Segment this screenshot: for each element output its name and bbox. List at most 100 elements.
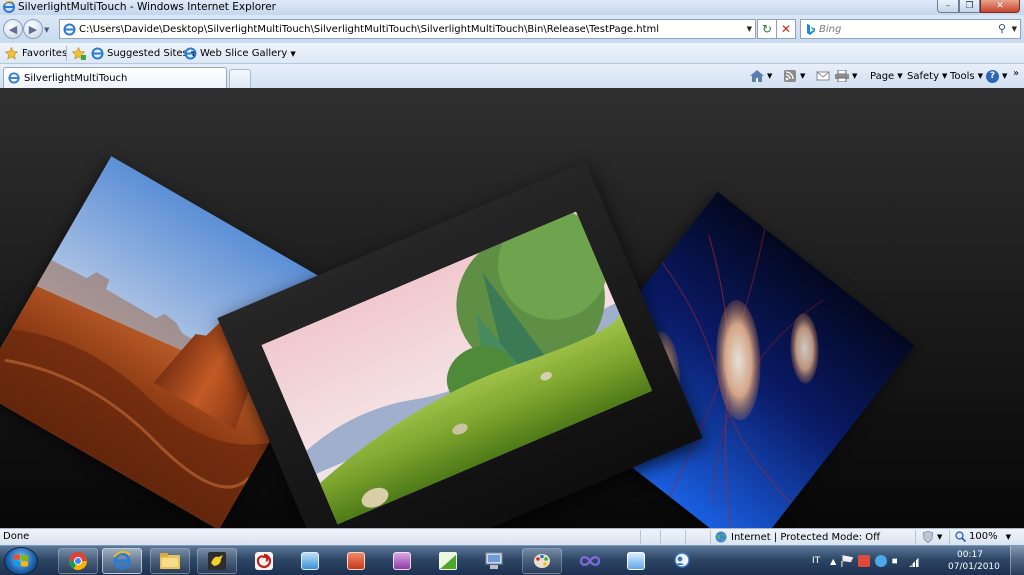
taskbar-app-chrome[interactable] <box>58 548 98 574</box>
close-button[interactable]: ✕ <box>980 0 1020 13</box>
taskbar-app-internet-explorer[interactable] <box>102 548 142 574</box>
taskbar-app-paint[interactable] <box>522 548 562 574</box>
favorite-link-web-slice-gallery[interactable]: Web Slice Gallery ▼ <box>184 46 296 61</box>
stop-button[interactable]: ✕ <box>776 19 796 39</box>
volume-icon[interactable] <box>892 555 901 567</box>
silverlight-canvas <box>0 88 1024 528</box>
chrome-icon <box>69 552 87 571</box>
tools-menu-label: Tools <box>950 70 975 82</box>
address-bar[interactable]: ▼ <box>59 19 756 39</box>
chevron-down-icon: ▼ <box>852 72 858 80</box>
computer-icon <box>485 552 503 569</box>
device-icon[interactable] <box>858 555 871 567</box>
taskbar-app-image[interactable] <box>290 548 330 574</box>
shield-icon <box>922 531 934 543</box>
clock-date: 07/01/2010 <box>948 562 1000 572</box>
taskbar-app-file-explorer[interactable] <box>150 548 190 574</box>
network-sharing-icon[interactable] <box>875 555 888 567</box>
read-mail-button[interactable] <box>816 68 830 84</box>
taskbar-app-messenger[interactable] <box>662 548 702 574</box>
safety-menu-label: Safety <box>907 70 939 82</box>
chevron-down-icon: ▼ <box>290 49 296 58</box>
image-icon <box>301 552 319 570</box>
status-separator <box>660 530 661 544</box>
chevron-down-icon: ▼ <box>1005 532 1011 541</box>
status-bar: Done Internet | Protected Mode: Off ▼ 10… <box>0 528 1024 545</box>
internet-explorer-page-icon <box>8 72 20 84</box>
protected-mode-button[interactable]: ▼ <box>922 531 942 543</box>
taskbar-app-red-spiral[interactable] <box>244 548 284 574</box>
search-input[interactable] <box>819 22 979 36</box>
address-dropdown-icon[interactable]: ▼ <box>747 25 752 33</box>
chart-icon <box>439 552 457 570</box>
feeds-button[interactable]: ▼ <box>783 68 805 84</box>
chevron-down-icon: ▼ <box>800 72 806 80</box>
start-button[interactable] <box>4 547 38 575</box>
favorites-button[interactable]: Favorites <box>5 46 67 61</box>
status-separator <box>640 530 641 544</box>
paint-palette-icon <box>534 554 550 568</box>
photo-meadow-frame[interactable] <box>217 161 703 528</box>
security-zone[interactable]: Internet | Protected Mode: Off <box>715 531 880 543</box>
back-button[interactable]: ◀ <box>3 19 23 39</box>
tab-silverlightmultitouch[interactable]: SilverlightMultiTouch <box>3 67 227 88</box>
status-text: Done <box>3 531 30 542</box>
help-menu[interactable]: ? ▼ <box>986 68 1007 84</box>
action-center-flag-icon[interactable] <box>841 555 854 567</box>
tools-menu[interactable]: Tools ▼ <box>950 68 983 84</box>
system-tray: IT ▲ <box>812 548 922 574</box>
page-menu[interactable]: Page ▼ <box>870 68 903 84</box>
search-box[interactable]: ⚲ ▼ <box>800 19 1021 39</box>
show-desktop-button[interactable] <box>1010 546 1024 575</box>
add-to-favorites-bar-button[interactable] <box>72 46 86 61</box>
refresh-button[interactable]: ↻ <box>757 19 777 39</box>
internet-explorer-icon <box>3 1 15 13</box>
wifi-signal-icon[interactable] <box>909 555 922 567</box>
zoom-control[interactable]: 100% ▼ <box>955 531 1011 542</box>
messenger-icon <box>674 552 690 568</box>
onenote-icon <box>393 552 411 570</box>
chevron-down-icon: ▼ <box>897 72 903 80</box>
more-commands-button[interactable]: » <box>1013 65 1019 81</box>
home-button[interactable]: ▼ <box>750 68 772 84</box>
minimize-button[interactable]: – <box>937 0 959 13</box>
taskbar-app-computer[interactable] <box>474 548 514 574</box>
add-favorite-star-icon <box>72 47 86 60</box>
ie-page-icon <box>184 47 197 60</box>
printer-icon <box>835 70 849 82</box>
infinity-icon <box>579 556 601 566</box>
favorite-link-suggested-sites[interactable]: Suggested Sites ▼ <box>91 46 196 61</box>
taskbar-app-onenote[interactable] <box>382 548 422 574</box>
search-icon[interactable]: ⚲ <box>998 22 1006 35</box>
taskbar-app-green-chart[interactable] <box>428 548 468 574</box>
favorites-bar: Favorites Suggested Sites ▼ Web Slice Ga… <box>0 43 1024 64</box>
forward-button[interactable]: ▶ <box>23 19 43 39</box>
ie-page-icon <box>91 47 104 60</box>
print-button[interactable]: ▼ <box>835 68 857 84</box>
page-menu-label: Page <box>870 70 895 82</box>
windows-logo-icon <box>14 554 28 567</box>
show-hidden-icons-button[interactable]: ▲ <box>830 557 836 566</box>
new-tab-button[interactable] <box>229 69 251 88</box>
chevron-right-icon: » <box>1013 67 1020 79</box>
safety-menu[interactable]: Safety ▼ <box>907 68 947 84</box>
language-indicator[interactable]: IT <box>812 556 820 566</box>
magnifier-icon <box>955 531 966 542</box>
recent-pages-dropdown-icon[interactable]: ▼ <box>44 26 49 34</box>
status-separator <box>915 530 916 544</box>
chevron-down-icon: ▼ <box>937 533 943 541</box>
chevron-down-icon: ▼ <box>767 72 773 80</box>
home-icon <box>750 70 764 82</box>
powerpoint-icon <box>347 552 365 570</box>
search-options-dropdown-icon[interactable]: ▼ <box>1012 25 1017 33</box>
taskbar-app-powerpoint[interactable] <box>336 548 376 574</box>
taskbar-app-bird[interactable] <box>197 548 237 574</box>
address-input[interactable] <box>79 22 739 36</box>
taskbar-app-image-viewer[interactable] <box>616 548 656 574</box>
image-viewer-icon <box>627 552 645 570</box>
help-icon: ? <box>986 69 999 83</box>
taskbar-app-infinity[interactable] <box>570 548 610 574</box>
clock[interactable]: 00:17 07/01/2010 <box>948 549 1000 573</box>
maximize-button[interactable]: ❐ <box>959 0 980 13</box>
rss-feed-icon <box>784 70 796 82</box>
